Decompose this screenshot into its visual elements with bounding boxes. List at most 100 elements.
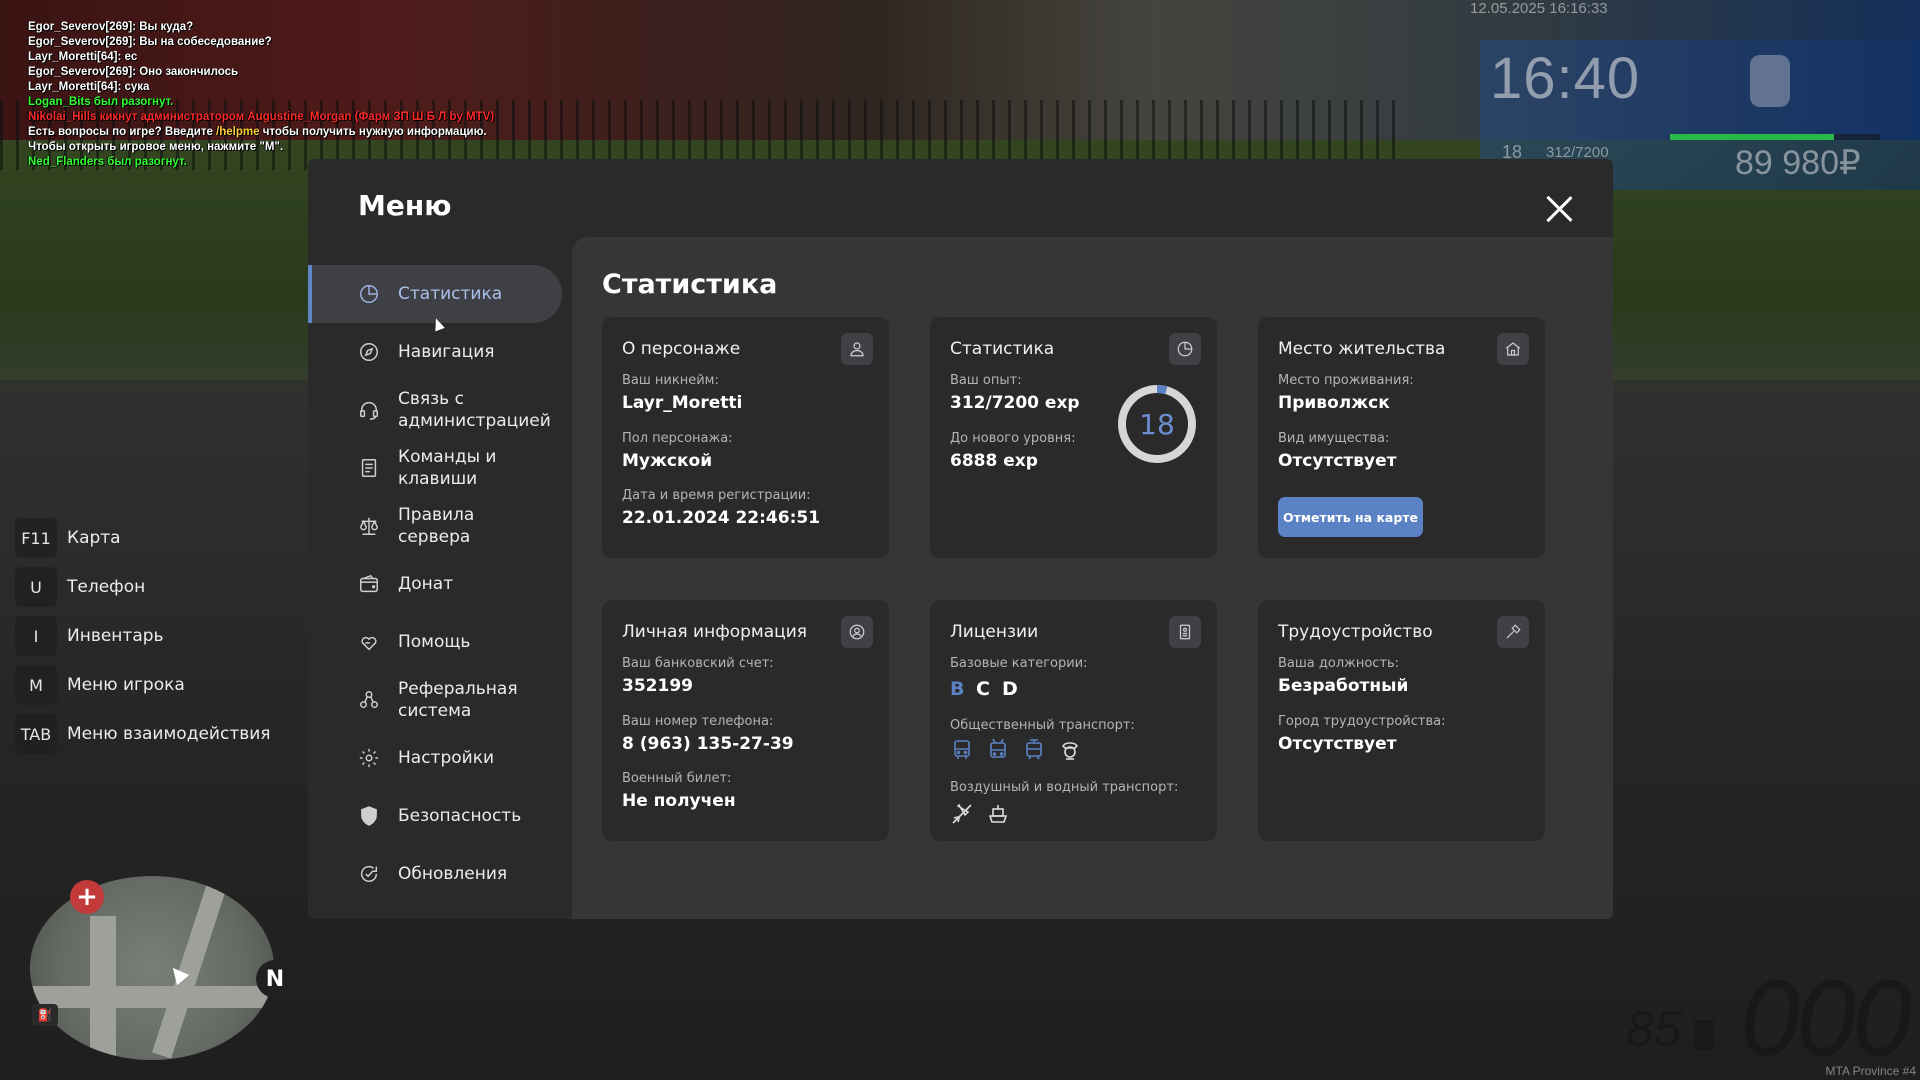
field-value: Мужской [622, 451, 713, 471]
keycap: M [15, 665, 57, 705]
mark-on-map-button[interactable]: Отметить на карте [1278, 497, 1423, 537]
close-icon[interactable] [1545, 195, 1573, 223]
hammer-icon [1497, 616, 1529, 648]
fist-icon [1750, 55, 1790, 107]
minimap [30, 876, 274, 1060]
compass-icon [358, 341, 380, 363]
keyhint-label: Инвентарь [67, 626, 164, 646]
field-value: Не получен [622, 791, 736, 811]
trolleybus-icon [990, 738, 1006, 758]
headset-icon [358, 399, 380, 421]
license-category: B [950, 678, 965, 700]
driver-icon [1062, 742, 1078, 760]
nav-item-commands[interactable]: Команды и клавиши [308, 439, 562, 497]
people-icon [358, 689, 380, 711]
public-transport-label: Общественный транспорт: [950, 718, 1135, 733]
nav-item-referral[interactable]: Реферальная система [308, 671, 562, 729]
field-value: Приволжск [1278, 393, 1390, 413]
nav-item-security[interactable]: Безопасность [308, 787, 562, 845]
nav-item-rules[interactable]: Правила сервера [308, 497, 562, 555]
card-title: О персонаже [622, 339, 741, 359]
hud-speed: 000 [1740, 957, 1912, 1078]
nav-item-admin-contact[interactable]: Связь с администрацией [308, 381, 562, 439]
field-value: 312/7200 exp [950, 393, 1080, 413]
field-label: Ваш никнейм: [622, 373, 719, 388]
scales-icon [358, 515, 380, 537]
chat-line: Чтобы открыть игровое меню, нажмите "M". [28, 141, 284, 153]
field-label: Военный билет: [622, 771, 732, 786]
menu-title: Меню [358, 189, 452, 222]
card-licenses: Лицензии Базовые категории: B C D Общест… [930, 600, 1217, 841]
hud-health-fill [1670, 134, 1834, 140]
field-residence-place: Место проживания: Приволжск [1278, 373, 1414, 413]
nav-item-updates[interactable]: Обновления [308, 845, 562, 903]
north-icon: N [256, 960, 294, 998]
field-military: Военный билет: Не получен [622, 771, 736, 811]
field-exp: Ваш опыт: 312/7200 exp [950, 373, 1080, 413]
card-residence: Место жительства Место проживания: Приво… [1258, 317, 1545, 558]
keyhint-label: Карта [67, 528, 121, 548]
card-title: Личная информация [622, 622, 808, 642]
gas-station-icon: ⛽ [32, 1004, 58, 1026]
pie-chart-icon [1169, 333, 1201, 365]
key-hints: F11 Карта U Телефон I Инвентарь M Меню и… [15, 518, 271, 763]
menu-sidebar: Статистика Навигация Связь с администрац… [308, 265, 562, 903]
nav-label: Связь с администрацией [398, 389, 551, 431]
keycap: U [15, 567, 57, 607]
hospital-icon: + [70, 880, 104, 914]
card-character: О персонаже Ваш никнейм: Layr_Moretti По… [602, 317, 889, 558]
field-job-city: Город трудоустройства: Отсутствует [1278, 714, 1445, 754]
chat-line: Egor_Severov[269]: Оно закончилось [28, 66, 239, 78]
bus-icon [954, 740, 970, 759]
keyhint-phone: U Телефон [15, 567, 271, 607]
nav-label: Статистика [398, 284, 503, 304]
chat-text: Есть вопросы по игре? Введите [28, 126, 217, 138]
nav-label: Навигация [398, 342, 495, 362]
nav-item-help[interactable]: Помощь [308, 613, 562, 671]
house-icon [1497, 333, 1529, 365]
keycap: F11 [15, 518, 57, 558]
license-category: C [976, 678, 990, 700]
heart-hand-icon [358, 631, 380, 653]
nav-item-statistics[interactable]: Статистика [308, 265, 562, 323]
field-label: Базовые категории: [950, 656, 1088, 671]
user-circle-icon [841, 616, 873, 648]
keyhint-player-menu: M Меню игрока [15, 665, 271, 705]
nav-label: Донат [398, 574, 454, 594]
nav-label: Правила сервера [398, 505, 475, 547]
refresh-check-icon [358, 863, 380, 885]
nav-label: Обновления [398, 864, 508, 884]
boat-icon [988, 805, 1008, 823]
chat-text: чтобы получить нужную информацию. [259, 126, 487, 138]
field-label: Ваш номер телефона: [622, 714, 774, 729]
nav-item-navigation[interactable]: Навигация [308, 323, 562, 381]
hud-time: 16:40 [1490, 46, 1641, 111]
keyhint-interaction-menu: TAB Меню взаимодействия [15, 714, 271, 754]
fuel-icon [1694, 1020, 1714, 1050]
nav-item-settings[interactable]: Настройки [308, 729, 562, 787]
field-phone: Ваш номер телефона: 8 (963) 135-27-39 [622, 714, 794, 754]
card-title: Лицензии [950, 622, 1039, 642]
nav-item-donate[interactable]: Донат [308, 555, 562, 613]
public-transport-icons [950, 738, 1082, 762]
chat-line: Есть вопросы по игре? Введите /helpme чт… [28, 125, 494, 140]
air-water-label: Воздушный и водный транспорт: [950, 780, 1178, 795]
keyhint-map: F11 Карта [15, 518, 271, 558]
keyhint-label: Меню игрока [67, 675, 185, 695]
plane-icon [952, 803, 972, 824]
field-label: Вид имущества: [1278, 431, 1390, 446]
field-position: Ваша должность: Безработный [1278, 656, 1408, 696]
field-label: До нового уровня: [950, 431, 1076, 446]
nav-label: Помощь [398, 632, 471, 652]
field-label: Ваш банковский счет: [622, 656, 774, 671]
field-property: Вид имущества: Отсутствует [1278, 431, 1396, 471]
server-name: MTA Province #4 [1825, 1064, 1916, 1078]
tram-icon [1026, 739, 1042, 760]
field-value: 8 (963) 135-27-39 [622, 734, 794, 754]
keyhint-label: Меню взаимодействия [67, 724, 271, 744]
card-personal: Личная информация Ваш банковский счет: 3… [602, 600, 889, 841]
license-category: D [1002, 678, 1018, 700]
license-categories: B C D [950, 678, 1018, 700]
chat-line: Layr_Moretti[64]: сука [28, 81, 150, 93]
field-value: Отсутствует [1278, 734, 1397, 754]
